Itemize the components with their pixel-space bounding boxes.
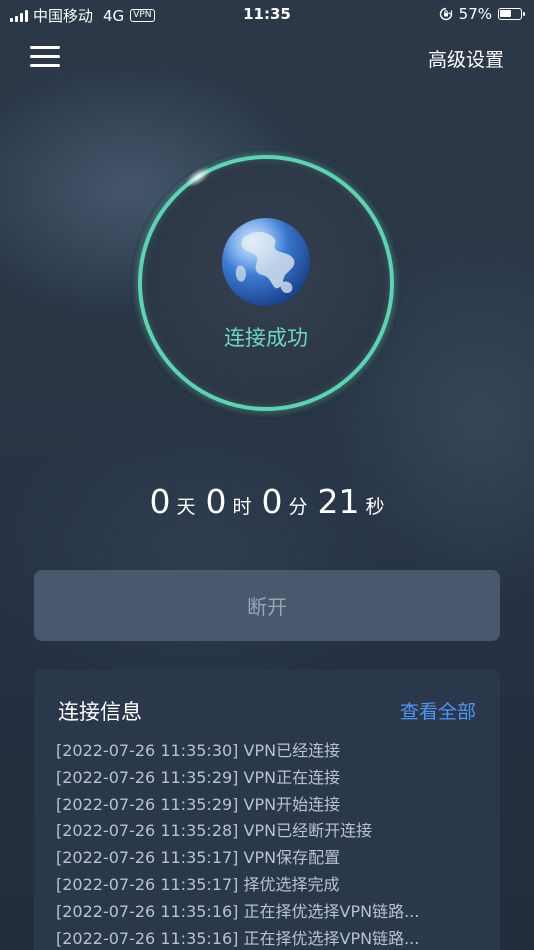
view-all-link[interactable]: 查看全部 [400, 697, 476, 724]
battery-icon [498, 8, 525, 20]
log-item: [2022-07-26 11:35:16] 正在择优选择VPN链路... [56, 901, 420, 921]
timer-hours-unit: 时 [232, 496, 252, 518]
log-item: [2022-07-26 11:35:17] 择优选择完成 [56, 874, 340, 894]
battery-level [500, 10, 511, 17]
connection-timer: 0 天 0 时 0 分 21 秒 [0, 482, 534, 521]
log-item: [2022-07-26 11:35:16] 正在择优选择VPN链路... [56, 928, 420, 948]
status-right: 57% [439, 5, 525, 23]
log-item: [2022-07-26 11:35:29] VPN开始连接 [56, 794, 341, 814]
info-title: 连接信息 [58, 700, 142, 724]
status-bar: 中国移动 4G VPN 11:35 57% [0, 0, 534, 28]
timer-seconds-unit: 秒 [365, 496, 385, 518]
timer-minutes-unit: 分 [288, 496, 308, 518]
log-item: [2022-07-26 11:35:29] VPN正在连接 [56, 767, 341, 787]
log-item: [2022-07-26 11:35:17] VPN保存配置 [56, 848, 341, 868]
timer-days-unit: 天 [176, 496, 196, 518]
menu-icon[interactable] [30, 46, 60, 68]
connection-status: 连接成功 [224, 326, 308, 350]
timer-minutes: 0 [261, 482, 283, 521]
timer-seconds: 21 [317, 482, 360, 521]
battery-percent: 57% [458, 5, 492, 23]
disconnect-button[interactable]: 断开 [34, 570, 500, 641]
log-item: [2022-07-26 11:35:30] VPN已经连接 [56, 741, 341, 760]
lock-rotation-icon [439, 7, 452, 21]
log-list: [2022-07-26 11:35:30] VPN已经连接 [2022-07-2… [56, 738, 419, 950]
timer-hours: 0 [205, 482, 227, 521]
advanced-settings-button[interactable]: 高级设置 [428, 45, 504, 72]
timer-days: 0 [149, 482, 171, 521]
globe-icon [222, 218, 310, 306]
connection-info-panel: 连接信息 查看全部 [2022-07-26 11:35:30] VPN已经连接 … [34, 669, 500, 950]
log-item: [2022-07-26 11:35:28] VPN已经断开连接 [56, 821, 373, 841]
